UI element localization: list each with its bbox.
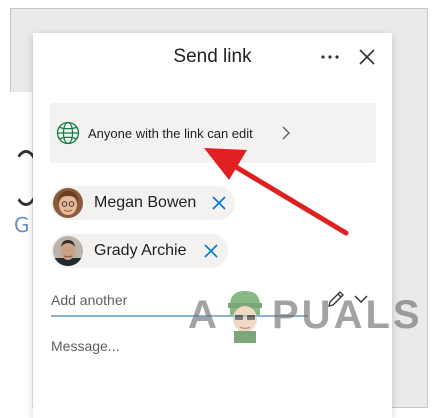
close-icon[interactable] <box>355 45 379 69</box>
recipient-chip: Grady Archie <box>51 234 228 268</box>
background-card <box>10 92 32 408</box>
avatar <box>53 188 83 218</box>
recipient-name: Megan Bowen <box>94 194 197 211</box>
watermark-text: PUALS <box>272 293 423 337</box>
send-link-dialog: Send link Anyone with the link can edit <box>33 33 392 418</box>
globe-icon <box>56 121 80 145</box>
link-settings-button[interactable]: Anyone with the link can edit <box>50 103 376 163</box>
watermark-letter: A <box>188 293 220 337</box>
chevron-right-icon <box>282 126 290 140</box>
link-permission-label: Anyone with the link can edit <box>88 126 253 141</box>
watermark-logo: A PUALS <box>188 285 420 345</box>
remove-x-icon[interactable] <box>211 195 227 211</box>
remove-x-icon[interactable] <box>203 243 219 259</box>
mascot-icon <box>228 291 262 343</box>
recipient-chip: Megan Bowen <box>51 186 235 220</box>
ellipsis-icon[interactable] <box>318 45 342 69</box>
recipient-name: Grady Archie <box>94 242 187 259</box>
avatar <box>53 236 83 266</box>
